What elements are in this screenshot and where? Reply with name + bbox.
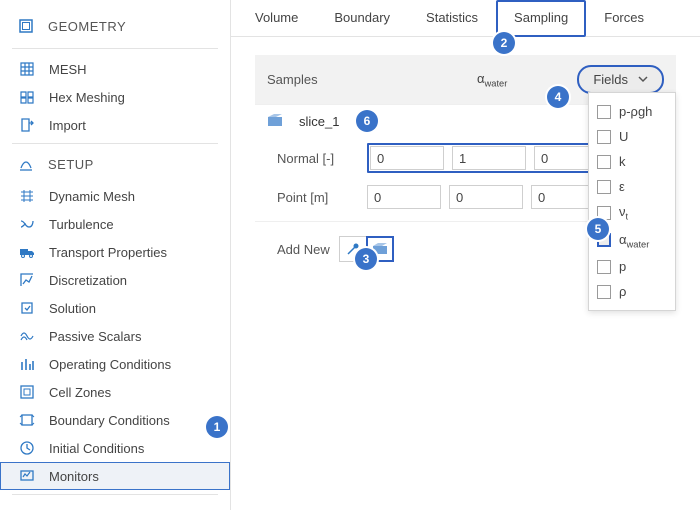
import-icon xyxy=(19,117,35,133)
nav-passive-scalars[interactable]: Passive Scalars xyxy=(0,322,230,350)
checkbox[interactable] xyxy=(597,105,611,119)
nav-hex-meshing[interactable]: Hex Meshing xyxy=(0,83,230,111)
add-new-label: Add New xyxy=(277,242,339,257)
tab-sampling[interactable]: Sampling xyxy=(496,0,586,37)
discretization-icon xyxy=(19,272,35,288)
section-setup[interactable]: SETUP xyxy=(0,150,230,182)
field-option-p[interactable]: p xyxy=(589,254,675,279)
main-panel: Volume Boundary Statistics Sampling Forc… xyxy=(231,0,700,510)
tab-volume[interactable]: Volume xyxy=(237,0,316,37)
cell-zones-icon xyxy=(19,384,35,400)
alpha-water-column: αwater xyxy=(477,71,535,89)
field-option-nut[interactable]: νt xyxy=(589,199,675,227)
field-option-p-rhogh[interactable]: p-ρgh xyxy=(589,99,675,124)
field-option-u[interactable]: U xyxy=(589,124,675,149)
section-run[interactable]: RUN xyxy=(0,501,230,510)
hex-icon xyxy=(19,89,35,105)
section-label: GEOMETRY xyxy=(48,19,126,34)
normal-label: Normal [-] xyxy=(277,151,367,166)
section-geometry[interactable]: GEOMETRY xyxy=(0,12,230,44)
scalars-icon xyxy=(19,328,35,344)
nav-import[interactable]: Import xyxy=(0,111,230,139)
nav-solution[interactable]: Solution xyxy=(0,294,230,322)
initial-icon xyxy=(19,440,35,456)
setup-icon xyxy=(18,156,34,172)
monitors-icon xyxy=(19,468,35,484)
normal-y-input[interactable] xyxy=(452,146,526,170)
nav-initial-conditions[interactable]: Initial Conditions xyxy=(0,434,230,462)
geometry-icon xyxy=(18,18,34,34)
point-x-input[interactable] xyxy=(367,185,441,209)
add-slice-button[interactable] xyxy=(366,236,394,262)
fields-dropdown: p-ρgh U k ε νt αwater p ρ xyxy=(588,92,676,311)
samples-label: Samples xyxy=(267,72,477,87)
tab-statistics[interactable]: Statistics xyxy=(408,0,496,37)
field-option-alpha-water[interactable]: αwater xyxy=(589,227,675,255)
point-label: Point [m] xyxy=(277,190,367,205)
checkbox[interactable] xyxy=(597,206,611,220)
mesh-icon xyxy=(19,61,35,77)
nav-monitors[interactable]: Monitors xyxy=(0,462,230,490)
checkbox[interactable] xyxy=(597,155,611,169)
sample-name: slice_1 xyxy=(299,114,339,129)
boundary-icon xyxy=(19,412,35,428)
point-y-input[interactable] xyxy=(449,185,523,209)
tab-boundary[interactable]: Boundary xyxy=(316,0,408,37)
chevron-down-icon xyxy=(638,72,648,87)
checkbox[interactable] xyxy=(597,130,611,144)
sidebar: GEOMETRY MESH Hex Meshing Import SETUP D… xyxy=(0,0,231,510)
normal-inputs xyxy=(367,143,611,173)
section-label: SETUP xyxy=(48,157,94,172)
checkbox-checked[interactable] xyxy=(597,233,611,247)
slice-icon xyxy=(267,113,283,129)
nav-boundary-conditions[interactable]: Boundary Conditions xyxy=(0,406,230,434)
nav-operating-conditions[interactable]: Operating Conditions xyxy=(0,350,230,378)
field-option-epsilon[interactable]: ε xyxy=(589,174,675,199)
field-option-k[interactable]: k xyxy=(589,149,675,174)
nav-transport-properties[interactable]: Transport Properties xyxy=(0,238,230,266)
nav-dynamic-mesh[interactable]: Dynamic Mesh xyxy=(0,182,230,210)
checkbox[interactable] xyxy=(597,285,611,299)
dynamic-mesh-icon xyxy=(19,188,35,204)
checkbox[interactable] xyxy=(597,180,611,194)
add-point-probe-button[interactable] xyxy=(339,236,367,262)
normal-x-input[interactable] xyxy=(370,146,444,170)
truck-icon xyxy=(19,244,35,260)
operating-icon xyxy=(19,356,35,372)
tabs: Volume Boundary Statistics Sampling Forc… xyxy=(231,0,700,37)
nav-cell-zones[interactable]: Cell Zones xyxy=(0,378,230,406)
fields-button[interactable]: Fields xyxy=(577,65,664,94)
turbulence-icon xyxy=(19,216,35,232)
solution-icon xyxy=(19,300,35,316)
tab-forces[interactable]: Forces xyxy=(586,0,662,37)
field-option-rho[interactable]: ρ xyxy=(589,279,675,304)
nav-turbulence[interactable]: Turbulence xyxy=(0,210,230,238)
nav-mesh[interactable]: MESH xyxy=(0,55,230,83)
checkbox[interactable] xyxy=(597,260,611,274)
nav-discretization[interactable]: Discretization xyxy=(0,266,230,294)
point-inputs xyxy=(367,185,605,209)
